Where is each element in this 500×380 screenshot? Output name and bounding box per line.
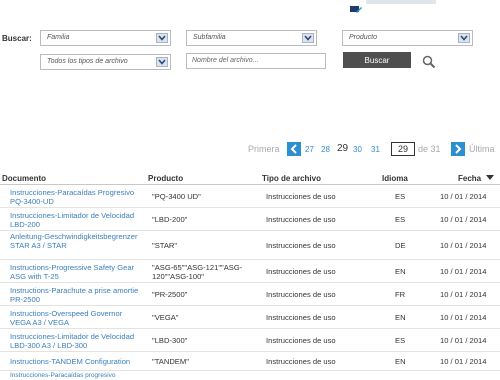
table-row[interactable]: Instructions-TANDEM Configuration "TANDE… [0, 352, 500, 371]
table-row[interactable]: Instrucciones-Limitador de Velocidad LBD… [0, 329, 500, 352]
date-cell: 10 / 01 / 2014 [440, 215, 487, 224]
column-header-documento[interactable]: Documento [2, 174, 46, 183]
chevron-down-icon[interactable] [156, 57, 168, 67]
product-cell: "PQ-3400 UD" [152, 192, 201, 201]
top-bar [0, 0, 500, 13]
page-number-input[interactable]: 29 [391, 142, 415, 156]
pager-page-link[interactable]: 27 [305, 145, 314, 154]
date-cell: 10 / 01 / 2014 [440, 290, 487, 299]
table-row[interactable]: Instructions-Overspeed Governor VEGA A3 … [0, 306, 500, 329]
date-cell: 10 / 01 / 2014 [440, 267, 487, 276]
chevron-left-icon[interactable] [287, 142, 301, 156]
product-cell: "ASG-65""ASG-121""ASG-120""ASG-100" [152, 263, 243, 281]
nombre-archivo-placeholder: Nombre del archivo... [192, 57, 259, 64]
date-cell: 10 / 01 / 2014 [440, 313, 487, 322]
document-link[interactable]: Instrucciones-Limitador de Velocidad LBD… [10, 332, 145, 350]
table-row[interactable]: Instrucciones-Paracaídas Progresivo PQ-3… [0, 185, 500, 208]
table-header: Documento Producto Tipo de archivo Idiom… [0, 172, 500, 185]
column-header-producto[interactable]: Producto [148, 174, 183, 183]
language-cell: ES [395, 215, 406, 224]
document-link[interactable]: Instructions-Parachute a prise amortie P… [10, 286, 145, 304]
file-type-cell: Instrucciones de uso [266, 192, 336, 201]
chevron-right-icon[interactable] [451, 142, 465, 156]
language-cell: DE [395, 241, 406, 250]
document-link[interactable]: Instrucciones-Paracaídas progresivo [10, 371, 145, 380]
document-link[interactable]: Instructions-TANDEM Configuration [10, 357, 145, 366]
chevron-down-icon[interactable] [302, 33, 314, 43]
document-link[interactable]: Instructions-Progressive Safety Gear ASG… [10, 263, 145, 281]
familia-select[interactable]: Familia [40, 30, 171, 46]
column-header-tipo[interactable]: Tipo de archivo [262, 174, 321, 183]
chevron-down-icon[interactable] [156, 33, 168, 43]
tipo-archivo-select-value: Todos los tipos de archivo [47, 58, 128, 65]
search-label: Buscar: [2, 34, 32, 43]
document-link[interactable]: Instructions-Overspeed Governor VEGA A3 … [10, 309, 145, 327]
column-header-fecha[interactable]: Fecha [458, 174, 481, 183]
table-row[interactable]: Instrucciones-Limitador de Velocidad LBD… [0, 208, 500, 231]
pager-page-link[interactable]: 30 [353, 145, 362, 154]
pager-page-link[interactable]: 31 [371, 145, 380, 154]
document-link[interactable]: Instrucciones-Limitador de Velocidad LBD… [10, 211, 145, 229]
chevron-down-icon[interactable] [458, 33, 470, 43]
product-cell: "VEGA" [152, 313, 179, 322]
pagination: Primera 27 28 29 30 31 29 de 31 Última [248, 140, 500, 160]
pager-of-total: de 31 [418, 144, 441, 154]
nombre-archivo-input[interactable]: Nombre del archivo... [186, 53, 326, 69]
file-type-cell: Instrucciones de uso [266, 215, 336, 224]
language-cell: EN [395, 313, 406, 322]
file-type-cell: Instrucciones de uso [266, 313, 336, 322]
pager-page-link[interactable]: 28 [321, 145, 330, 154]
date-cell: 10 / 01 / 2014 [440, 241, 487, 250]
product-cell: "PR-2500" [152, 290, 188, 299]
column-header-idioma[interactable]: Idioma [382, 174, 408, 183]
product-cell: "STAR" [152, 241, 178, 250]
language-cell: ES [395, 192, 406, 201]
magnifier-icon[interactable] [422, 55, 436, 69]
tipo-archivo-select[interactable]: Todos los tipos de archivo [40, 54, 171, 70]
language-cell: EN [395, 267, 406, 276]
product-cell: "TANDEM" [152, 357, 189, 366]
table-row[interactable]: Instrucciones-Paracaídas progresivo [0, 371, 500, 379]
table-row[interactable]: Instructions-Progressive Safety Gear ASG… [0, 260, 500, 283]
product-cell: "LBD-300" [152, 336, 188, 345]
language-cell: ES [395, 336, 406, 345]
pager-current-page: 29 [337, 143, 349, 154]
date-cell: 10 / 01 / 2014 [440, 192, 487, 201]
file-type-cell: Instrucciones de uso [266, 241, 336, 250]
table-row[interactable]: Anleitung-Geschwindigkeitsbegrenzer STAR… [0, 231, 500, 260]
file-type-cell: Instrucciones de uso [266, 357, 336, 366]
pdf-edit-icon[interactable] [350, 0, 362, 13]
pager-last-link[interactable]: Última [469, 144, 495, 154]
product-cell: "LBD-200" [152, 215, 188, 224]
producto-select[interactable]: Producto [342, 30, 473, 46]
file-type-cell: Instrucciones de uso [266, 290, 336, 299]
document-link[interactable]: Anleitung-Geschwindigkeitsbegrenzer STAR… [10, 232, 145, 250]
table-row[interactable]: Instructions-Parachute a prise amortie P… [0, 283, 500, 306]
pager-first-link[interactable]: Primera [248, 144, 280, 154]
file-type-cell: Instrucciones de uso [266, 267, 336, 276]
top-link[interactable] [366, 0, 436, 4]
language-cell: FR [395, 290, 406, 299]
language-cell: EN [395, 357, 406, 366]
producto-select-value: Producto [349, 34, 378, 41]
buscar-button[interactable]: Buscar [343, 52, 411, 68]
document-link[interactable]: Instrucciones-Paracaídas Progresivo PQ-3… [10, 188, 145, 206]
date-cell: 10 / 01 / 2014 [440, 336, 487, 345]
sort-desc-icon[interactable] [486, 174, 494, 183]
file-type-cell: Instrucciones de uso [266, 336, 336, 345]
familia-select-value: Familia [47, 34, 70, 41]
subfamilia-select-value: Subfamilia [193, 34, 226, 41]
date-cell: 10 / 01 / 2014 [440, 357, 487, 366]
subfamilia-select[interactable]: Subfamilia [186, 30, 317, 46]
